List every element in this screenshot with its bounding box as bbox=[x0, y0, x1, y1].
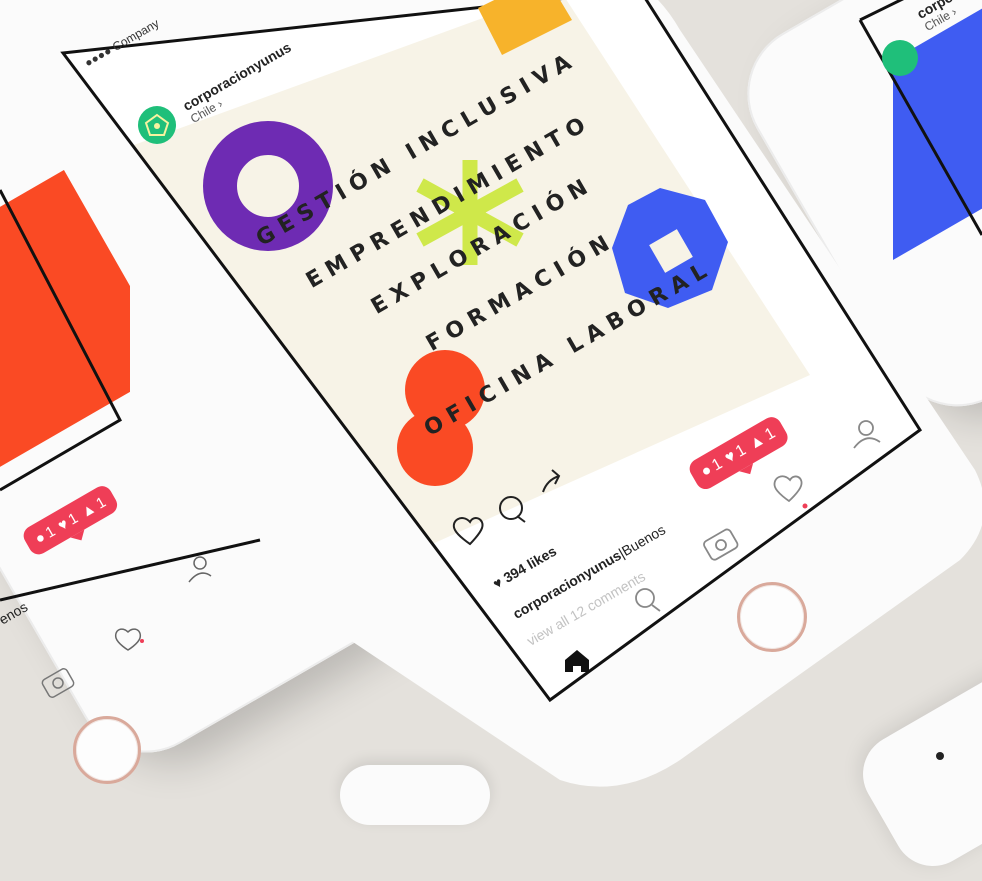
home-button[interactable] bbox=[737, 582, 807, 652]
home-icon[interactable] bbox=[565, 650, 589, 672]
search-icon[interactable] bbox=[635, 588, 661, 612]
tab-bar bbox=[565, 420, 881, 672]
camera-icon[interactable] bbox=[703, 528, 739, 561]
profile-icon[interactable] bbox=[853, 420, 881, 449]
activity-heart-icon[interactable] bbox=[773, 475, 808, 509]
